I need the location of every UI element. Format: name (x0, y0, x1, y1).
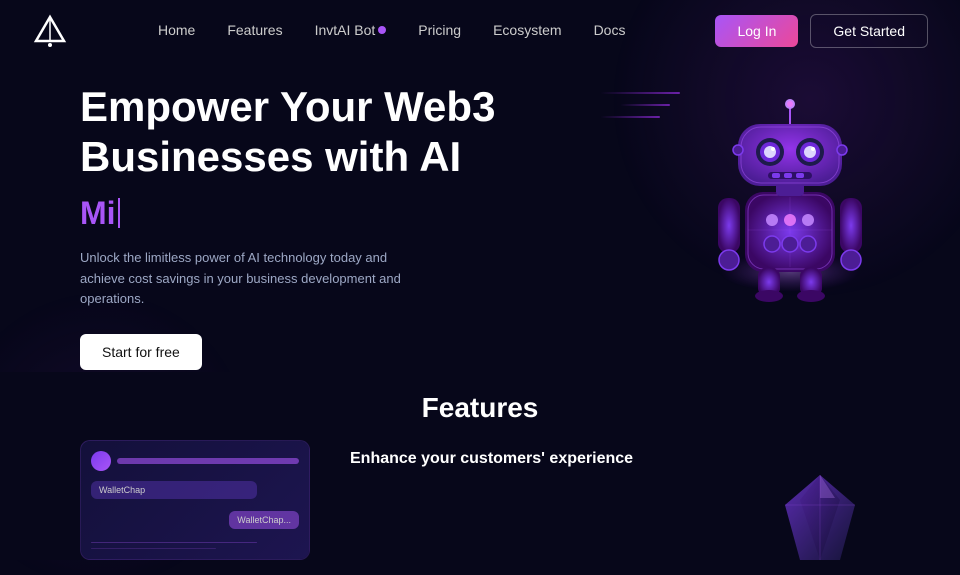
hero-section: Empower Your Web3 Businesses with AI Mi … (0, 62, 960, 372)
navbar: Home Features InvtAI Bot Pricing Ecosyst… (0, 0, 960, 62)
nav-item-pricing[interactable]: Pricing (418, 22, 461, 40)
nav-item-ecosystem[interactable]: Ecosystem (493, 22, 561, 40)
hero-title: Empower Your Web3 Businesses with AI (80, 82, 540, 183)
start-free-button[interactable]: Start for free (80, 334, 202, 370)
preview-bubble-2: WalletChap... (229, 511, 299, 529)
preview-bar-2 (91, 548, 216, 549)
feature-chat-preview: WalletChap WalletChap... (80, 440, 310, 560)
cursor-blink (118, 198, 120, 228)
deco-lines (600, 92, 680, 128)
login-button[interactable]: Log In (715, 15, 798, 47)
logo[interactable] (32, 13, 68, 49)
features-row: WalletChap WalletChap... Enhance your cu… (80, 440, 880, 560)
hero-text-block: Empower Your Web3 Businesses with AI Mi … (80, 82, 540, 390)
deco-line-1 (600, 92, 680, 94)
preview-inner: WalletChap WalletChap... (81, 441, 309, 559)
nav-item-docs[interactable]: Docs (594, 22, 626, 40)
nav-item-home[interactable]: Home (158, 22, 195, 40)
logo-icon (32, 13, 68, 49)
new-badge-dot (378, 26, 386, 34)
robot-svg (700, 72, 880, 312)
preview-bar-1 (91, 542, 257, 543)
feature-subtitle: Enhance your customers' experience (350, 450, 880, 468)
features-title: Features (80, 392, 880, 424)
feature-text: Enhance your customers' experience (350, 440, 880, 468)
typing-animation: Mi (80, 195, 540, 232)
get-started-button[interactable]: Get Started (810, 14, 928, 48)
preview-bubble-1: WalletChap (91, 481, 257, 499)
features-section: Features WalletChap WalletChap... Enhanc… (0, 372, 960, 560)
nav-actions: Log In Get Started (715, 14, 928, 48)
nav-links: Home Features InvtAI Bot Pricing Ecosyst… (158, 22, 625, 40)
deco-line-3 (600, 116, 660, 118)
hero-description: Unlock the limitless power of AI technol… (80, 248, 420, 310)
hero-robot-illustration (700, 72, 880, 312)
crystal-decoration (760, 470, 880, 570)
nav-item-invtaibot[interactable]: InvtAI Bot (315, 22, 387, 40)
crystal-svg (760, 470, 880, 570)
nav-item-features[interactable]: Features (227, 22, 282, 40)
deco-line-2 (620, 104, 670, 106)
